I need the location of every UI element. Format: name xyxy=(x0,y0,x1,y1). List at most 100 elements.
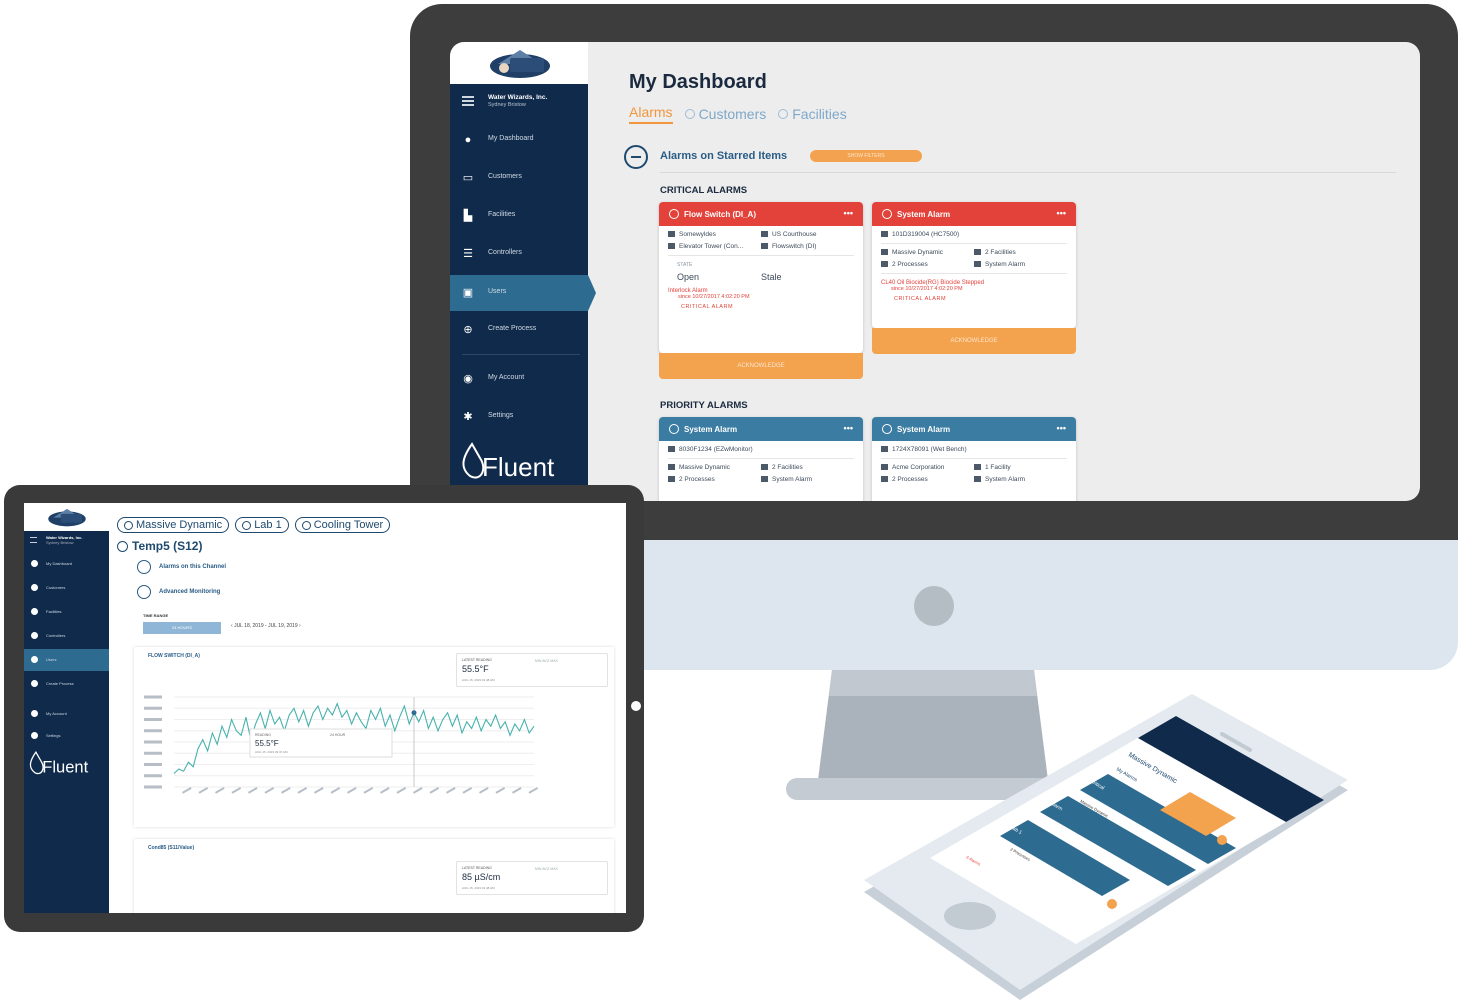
facility-count: 1 Facility xyxy=(985,464,1011,471)
divider xyxy=(881,458,1067,459)
tablet-sidebar: Water Wizards, Inc. Sydney Bristow My Da… xyxy=(24,503,115,913)
alarm-card-header: System Alarm ••• xyxy=(872,202,1076,226)
x-tick-label xyxy=(347,787,357,794)
sidebar-item-customers[interactable]: Customers xyxy=(24,577,109,599)
tooltip-range: 24 HOUR xyxy=(330,733,346,737)
tab-alarms[interactable]: Alarms xyxy=(629,104,673,124)
page-title: My Dashboard xyxy=(629,71,767,93)
customers-icon xyxy=(31,584,38,591)
phone-app-header xyxy=(1138,716,1324,822)
alarm-card-title: System Alarm xyxy=(897,424,951,434)
card-row: 1724X78091 (Wet Bench) xyxy=(872,446,1076,453)
more-icon[interactable]: ••• xyxy=(1057,208,1066,218)
org-name: Water Wizards, Inc. xyxy=(488,94,548,101)
sidebar-item-facilities[interactable]: ▙ Facilities xyxy=(450,198,588,234)
org-user: Sydney Bristow xyxy=(488,102,526,108)
hamburger-icon[interactable] xyxy=(462,96,474,106)
tooltip-label: READING xyxy=(255,733,271,737)
expand-section-button[interactable] xyxy=(137,560,151,574)
controller-icon xyxy=(668,446,675,453)
collapse-section-button[interactable] xyxy=(137,585,151,599)
hamburger-icon[interactable] xyxy=(30,537,37,543)
sidebar-item-my-account[interactable]: ◉ My Account xyxy=(450,361,588,397)
latest-time: AUG 15, 2019 01:48 AM xyxy=(462,886,495,890)
sidebar-item-users[interactable]: ▣ Users xyxy=(450,275,596,311)
chart-title: Cond85 (S11/Value) xyxy=(148,845,195,851)
more-icon[interactable]: ••• xyxy=(1057,423,1066,433)
desktop-app-screen: Water Wizards, Inc. Sydney Bristow ● My … xyxy=(450,42,1420,501)
date-range[interactable]: ‹ JUL 18, 2019 - JUL 19, 2019 › xyxy=(231,623,301,629)
customer-name: Somewyldes xyxy=(679,231,716,238)
controller-id: 101D319004 (HC7500) xyxy=(892,231,960,238)
alarm-card[interactable]: System Alarm ••• 8030F1234 (EZwMonitor) … xyxy=(659,417,863,501)
show-filters-button[interactable]: SHOW FILTERS xyxy=(810,150,922,162)
add-icon: ⊕ xyxy=(463,324,473,336)
sidebar-item-my-dashboard[interactable]: My Dashboard xyxy=(24,553,109,575)
org-switcher[interactable]: Water Wizards, Inc. Sydney Bristow xyxy=(450,86,588,126)
phone-card-header xyxy=(1040,796,1196,886)
logo-area xyxy=(24,503,109,531)
critical-alarms-heading: CRITICAL ALARMS xyxy=(660,185,748,196)
water-wizards-logo xyxy=(48,508,86,527)
sidebar-item-controllers[interactable]: Controllers xyxy=(24,625,109,647)
alarm-card[interactable]: Flow Switch (DI_A) ••• Somewyldes US Cou… xyxy=(659,202,863,353)
facility-name: US Courthouse xyxy=(772,231,817,238)
logo-area xyxy=(450,42,588,84)
phone-crumb: Massive Dynamic xyxy=(1127,752,1178,786)
customer-icon xyxy=(124,520,133,530)
gear-icon xyxy=(31,732,38,739)
acknowledge-button[interactable]: ACKNOWLEDGE xyxy=(659,353,863,379)
account-icon: ◉ xyxy=(463,373,473,385)
acknowledge-button[interactable]: ACKNOWLEDGE xyxy=(872,328,1076,354)
y-tick-label xyxy=(144,718,162,721)
card-row: 2 Processes System Alarm xyxy=(872,261,1076,268)
sidebar-item-settings[interactable]: ✱ Settings xyxy=(450,399,588,435)
sidebar-item-my-account[interactable]: My Account xyxy=(24,703,109,725)
x-tick-label xyxy=(198,787,209,794)
sidebar-item-settings[interactable]: Settings xyxy=(24,725,109,747)
sidebar-item-controllers[interactable]: ☰ Controllers xyxy=(450,236,588,272)
alert-icon xyxy=(882,424,892,434)
tab-customers[interactable]: Customers xyxy=(684,104,766,124)
crumb-facility[interactable]: Lab 1 xyxy=(235,517,289,533)
crumb-controller[interactable]: Cooling Tower xyxy=(294,517,391,533)
sidebar-item-create-process[interactable]: ⊕ Create Process xyxy=(450,312,588,348)
y-tick-label xyxy=(144,763,162,766)
sidebar-item-customers[interactable]: ▭ Customers xyxy=(450,160,588,196)
line-chart[interactable]: READING 55.5°F AUG 15, 2019 03:47 AM 24 HOU… xyxy=(134,687,614,827)
dashboard-icon xyxy=(31,560,38,567)
x-tick-label xyxy=(495,787,506,794)
collapse-section-button[interactable] xyxy=(624,145,648,169)
dashboard-icon: ● xyxy=(464,134,472,146)
phone-item-title: Alarm xyxy=(1049,801,1063,813)
sidebar-item-users[interactable]: Users xyxy=(24,649,115,671)
time-range-select[interactable]: 24 HOURS xyxy=(143,622,221,634)
x-tick-label xyxy=(512,787,522,794)
more-icon[interactable]: ••• xyxy=(844,423,853,433)
chart-panel: Cond85 (S11/Value) LATEST READING 85 µS/… xyxy=(134,839,614,913)
latest-stats: MIN AVG MAX xyxy=(535,659,558,663)
x-tick-label xyxy=(264,787,275,794)
crumb-customer[interactable]: Massive Dynamic xyxy=(117,517,230,533)
sidebar-item-create-process[interactable]: Create Process xyxy=(24,673,109,695)
monitoring-section-title: Advanced Monitoring xyxy=(159,589,221,595)
fluent-logo: Fluent xyxy=(462,442,555,482)
phone-item-alarm: 6 Alarms xyxy=(966,855,982,867)
sidebar-item-facilities[interactable]: Facilities xyxy=(24,601,109,623)
channel-icon xyxy=(761,243,768,250)
y-tick-label xyxy=(144,785,162,789)
x-tick-label xyxy=(314,787,324,794)
sidebar-item-my-dashboard[interactable]: ● My Dashboard xyxy=(450,122,588,158)
alarm-card[interactable]: System Alarm ••• 1724X78091 (Wet Bench) … xyxy=(872,417,1076,501)
alarm-card[interactable]: System Alarm ••• 101D319004 (HC7500) Mas… xyxy=(872,202,1076,328)
sidebar-item-label: Controllers xyxy=(488,249,522,256)
y-tick-label xyxy=(144,695,162,699)
phone-screen xyxy=(930,716,1324,944)
state-label: STATE xyxy=(677,262,693,268)
sidebar-item-label: Create Process xyxy=(488,325,537,332)
more-icon[interactable]: ••• xyxy=(844,208,853,218)
facility-icon xyxy=(242,520,252,530)
critical-label: CRITICAL ALARM xyxy=(894,296,947,302)
tab-facilities[interactable]: Facilities xyxy=(778,104,847,124)
process-count: 2 Processes xyxy=(679,476,715,483)
